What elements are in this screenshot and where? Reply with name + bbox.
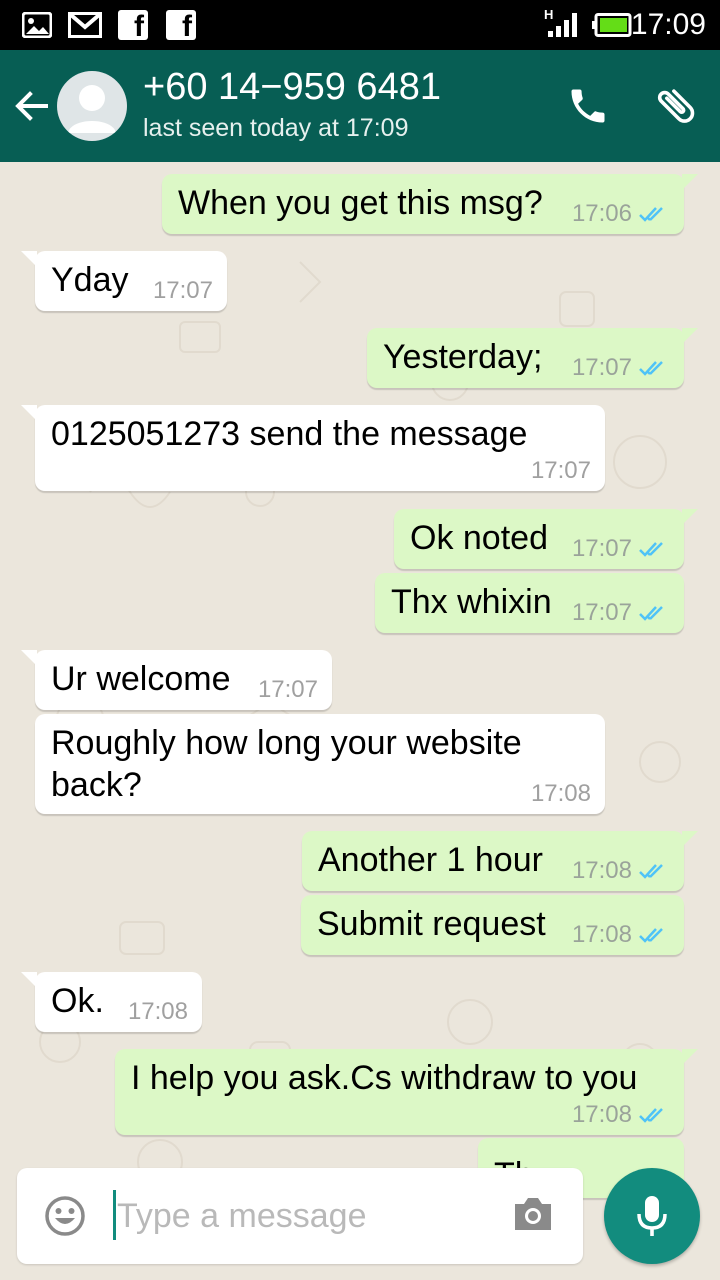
message-timestamp: 17:08 [571, 857, 632, 884]
chat-header: +60 14−959 6481 last seen today at 17:09 [0, 50, 720, 162]
read-receipt-icon [639, 606, 663, 621]
message-timestamp: 17:07 [257, 676, 318, 703]
message-text-line: back? [51, 766, 142, 804]
mic-button[interactable] [604, 1168, 700, 1264]
bubble-tail [682, 509, 698, 525]
read-receipt-icon [639, 542, 663, 557]
message-text: When you get this msg? [178, 184, 543, 222]
message-timestamp: 17:07 [571, 599, 632, 626]
bubble-tail [682, 831, 698, 847]
read-receipt-icon [639, 207, 663, 222]
phone-icon[interactable] [566, 84, 610, 128]
facebook-icon: f [166, 10, 196, 40]
message-text: Submit request [317, 905, 546, 943]
message-text: Another 1 hour [318, 841, 543, 879]
message-meta: 17:07 [572, 354, 670, 382]
outgoing-message-bubble[interactable]: Yesterday; 17:07 [367, 328, 698, 388]
outgoing-message-bubble[interactable]: Ok noted 17:07 [394, 509, 698, 569]
read-receipt-icon [639, 1108, 663, 1123]
attach-icon[interactable] [652, 82, 700, 130]
message-timestamp: 17:08 [127, 998, 188, 1025]
bubble-tail [21, 972, 37, 988]
message-text-line: Roughly how long your website [51, 724, 522, 762]
bubble-tail [682, 328, 698, 344]
camera-icon[interactable] [511, 1194, 555, 1234]
message-timestamp: 17:07 [152, 277, 213, 304]
signal-icon: H [544, 7, 582, 38]
message-timestamp: 17:07 [571, 535, 632, 562]
incoming-message-bubble[interactable]: 0125051273 send the message 17:07 [21, 405, 605, 491]
incoming-message-bubble[interactable]: Yday 17:07 [21, 251, 227, 311]
contact-name[interactable]: +60 14−959 6481 [143, 66, 441, 109]
read-receipt-icon [639, 864, 663, 879]
message-input[interactable] [117, 1188, 497, 1244]
text-cursor [113, 1190, 116, 1240]
message-list[interactable]: When you get this msg? 17:06 Yday 17:07 Yest… [0, 162, 720, 1280]
message-text: Ok noted [410, 519, 548, 557]
incoming-message-bubble[interactable]: Ur welcome 17:07 [21, 650, 332, 710]
message-meta: 17:07 [572, 599, 670, 627]
message-text: Yday [51, 261, 129, 299]
last-seen-status: last seen today at 17:09 [143, 114, 409, 142]
message-text: Ok. [51, 982, 104, 1020]
avatar[interactable] [57, 71, 127, 141]
battery-icon [592, 10, 632, 40]
message-text: 0125051273 send the message [51, 415, 528, 453]
bubble-tail [21, 405, 37, 421]
gallery-icon [22, 10, 52, 40]
bubble-tail [21, 650, 37, 666]
outgoing-message-bubble[interactable]: I help you ask.Cs withdraw to you 17:08 [115, 1049, 698, 1135]
message-text: Thx whixin [391, 583, 552, 621]
bubble-tail [682, 174, 698, 190]
outgoing-message-bubble[interactable]: Thx whixin 17:07 [375, 573, 684, 633]
message-timestamp: 17:08 [530, 780, 591, 807]
network-type-label: H [544, 7, 553, 22]
message-timestamp: 17:07 [571, 354, 632, 381]
message-timestamp: 17:08 [571, 1101, 632, 1128]
message-text: Roughly how long your website back? [51, 722, 522, 806]
message-timestamp: 17:06 [571, 200, 632, 227]
message-text: Ur welcome [51, 660, 231, 698]
back-arrow-icon[interactable] [10, 84, 54, 128]
read-receipt-icon [639, 928, 663, 943]
message-meta: 17:08 [572, 1101, 670, 1129]
outgoing-message-bubble[interactable]: Another 1 hour 17:08 [302, 831, 698, 891]
clock: 17:09 [630, 8, 706, 41]
message-meta: 17:08 [128, 998, 188, 1026]
message-meta: 17:06 [572, 200, 670, 228]
mic-icon [637, 1196, 667, 1236]
message-timestamp: 17:08 [571, 921, 632, 948]
message-meta: 17:07 [572, 535, 670, 563]
incoming-message-bubble[interactable]: Roughly how long your website back? 17:08 [35, 714, 605, 814]
message-meta: 17:07 [153, 277, 213, 305]
bubble-tail [21, 251, 37, 267]
message-meta: 17:08 [572, 857, 670, 885]
gmail-icon [68, 10, 102, 40]
message-meta: 17:08 [531, 780, 591, 808]
incoming-message-bubble[interactable]: Ok. 17:08 [21, 972, 202, 1032]
message-text: Yesterday; [383, 338, 543, 376]
emoji-icon[interactable] [43, 1194, 87, 1238]
message-meta: 17:08 [572, 921, 670, 949]
facebook-icon: f [118, 10, 148, 40]
message-composer [17, 1168, 583, 1264]
message-meta: 17:07 [531, 457, 591, 485]
status-bar: f f H 17:09 [0, 0, 720, 50]
outgoing-message-bubble[interactable]: When you get this msg? 17:06 [162, 174, 698, 234]
message-text: I help you ask.Cs withdraw to you [131, 1059, 638, 1097]
message-meta: 17:07 [258, 676, 318, 704]
message-timestamp: 17:07 [530, 457, 591, 484]
bubble-tail [682, 1049, 698, 1065]
outgoing-message-bubble[interactable]: Submit request 17:08 [301, 895, 684, 955]
read-receipt-icon [639, 361, 663, 376]
